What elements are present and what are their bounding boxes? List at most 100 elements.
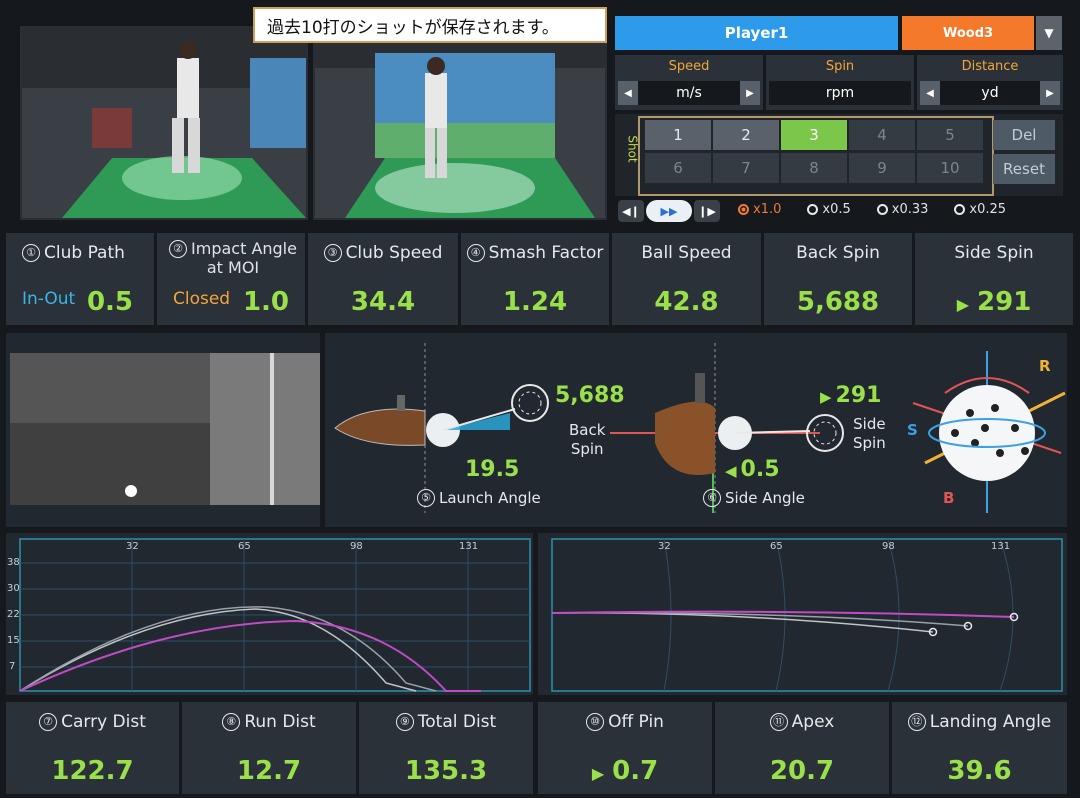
metric-value: 122.7 — [51, 756, 134, 786]
metric-title-text: Landing Angle — [929, 712, 1052, 732]
metric-title: ② Impact Angle at MOI — [161, 239, 305, 277]
unit-distance-next-button[interactable]: ▶ — [1040, 81, 1060, 105]
metric-number: ① — [22, 244, 40, 262]
launch-angle-label-text: Launch Angle — [439, 489, 541, 507]
metric-title: Ball Speed — [641, 243, 732, 263]
metric-title-text: Club Speed — [345, 243, 443, 263]
club-selector[interactable]: Wood3 — [902, 16, 1034, 50]
radio-selected-icon — [738, 204, 749, 215]
unit-distance-label: Distance — [961, 59, 1019, 74]
metric-number: ② — [169, 240, 188, 258]
club-dropdown-button[interactable]: ▼ — [1036, 16, 1062, 50]
unit-distance-prev-button[interactable]: ◀ — [920, 81, 940, 105]
metric-number: ④ — [466, 244, 485, 262]
metric-value: 42.8 — [654, 287, 719, 317]
backspin-label-2: Spin — [570, 440, 604, 458]
trajectory-top-chart — [551, 538, 1063, 692]
x-tick: 131 — [991, 541, 1011, 552]
unit-distance-value: yd — [981, 85, 999, 101]
launch-angle-value: 19.5 — [465, 457, 520, 482]
metric-title: Back Spin — [796, 243, 880, 263]
unit-spin-value[interactable]: rpm — [769, 85, 911, 101]
camera-view-front — [20, 26, 308, 220]
unit-speed-prev-button[interactable]: ◀ — [618, 81, 638, 105]
axis-b-label: B — [943, 489, 955, 507]
metric-sub-label: Closed — [173, 289, 231, 309]
speed-option-4[interactable]: x0.25 — [954, 202, 1006, 217]
unit-speed-next-button[interactable]: ▶ — [740, 81, 760, 105]
metric-ball-speed: Ball Speed 42.8 — [612, 233, 761, 325]
reset-button[interactable]: Reset — [993, 154, 1055, 184]
metric-value: 1.24 — [502, 287, 568, 317]
delete-button[interactable]: Del — [993, 120, 1055, 150]
metric-title-text: Run Dist — [244, 712, 316, 732]
impact-camera-image — [10, 353, 320, 505]
y-tick: 30 — [7, 583, 20, 594]
metric-number: ⑤ — [417, 489, 435, 507]
metric-value: 34.4 — [350, 287, 416, 317]
backspin-label: Back Spin — [569, 421, 605, 459]
metric-title-text: Club Path — [44, 243, 125, 263]
unit-speed-label: Speed — [668, 59, 710, 74]
backspin-label-1: Back — [569, 421, 606, 439]
speed-option-label: x0.33 — [891, 202, 929, 217]
impact-camera-panel — [6, 333, 320, 527]
radio-icon — [876, 204, 888, 215]
trajectory-side-view: 32 65 98 131 38 30 22 15 7 — [6, 533, 533, 695]
metric-title: ⑨ Total Dist — [359, 712, 533, 732]
metric-run-dist: ⑧ Run Dist 12.7 — [182, 702, 356, 794]
step-forward-icon[interactable]: ❙▶ — [694, 200, 720, 222]
metric-value-wrap: ▶ 0.7 — [538, 756, 712, 786]
metric-value: 20.7 — [769, 756, 835, 786]
chevron-down-icon: ▼ — [1044, 26, 1054, 40]
tooltip: 過去10打のショットが保存されます。 — [253, 7, 607, 43]
speed-option-1[interactable]: x1.0 — [738, 202, 781, 217]
metric-total-dist: ⑨ Total Dist 135.3 — [359, 702, 533, 794]
metric-title: ⑪ Apex — [715, 712, 889, 732]
metric-title: Side Spin — [954, 243, 1034, 263]
y-tick: 38 — [7, 557, 20, 568]
direction-arrow-icon: ▶ — [956, 295, 970, 314]
metric-back-spin: Back Spin 5,688 — [764, 233, 912, 325]
axis-r-label: R — [1039, 357, 1051, 375]
metric-number: ⑪ — [769, 713, 788, 731]
trajectory-side-chart — [19, 538, 531, 692]
metric-number: ⑩ — [586, 713, 605, 731]
speed-option-2[interactable]: x0.5 — [807, 202, 851, 217]
unit-speed: Speed ◀ m/s ▶ — [615, 55, 763, 110]
metric-title: ① Club Path — [22, 243, 154, 263]
speed-option-label: x1.0 — [753, 202, 782, 217]
metric-impact-angle: ② Impact Angle at MOI Closed 1.0 — [157, 233, 305, 325]
x-tick: 98 — [350, 541, 363, 552]
metric-landing-angle: ⑫ Landing Angle 39.6 — [892, 702, 1067, 794]
metric-title-text-2: at MOI — [206, 258, 260, 277]
camera-view-rear — [313, 26, 607, 220]
play-icon[interactable]: ▶▶ — [646, 200, 692, 222]
metric-smash-factor: ④ Smash Factor 1.24 — [461, 233, 609, 325]
trajectory-top-view: 32 65 98 131 — [538, 533, 1067, 695]
metric-title-text: Apex — [791, 712, 835, 732]
metric-value: 135.3 — [404, 756, 488, 786]
metric-number: ⑫ — [907, 713, 926, 731]
shot-history-panel: Shot 1 2 3 4 5 6 7 8 9 10 Del Reset — [615, 114, 1063, 196]
metric-apex: ⑪ Apex 20.7 — [715, 702, 889, 794]
camera-rear-image — [315, 28, 605, 218]
metric-value: 0.5 — [86, 287, 134, 317]
side-angle-value-wrap: ◀ 0.5 — [725, 457, 780, 482]
metric-number: ⑨ — [395, 713, 414, 731]
launch-angle-label: ⑤ Launch Angle — [417, 489, 541, 507]
unit-speed-value: m/s — [676, 85, 702, 101]
speed-option-3[interactable]: x0.33 — [876, 202, 929, 217]
metric-title-text: Impact Angle — [191, 239, 297, 258]
step-back-icon[interactable]: ◀❙ — [618, 200, 644, 222]
side-angle-label-text: Side Angle — [725, 489, 805, 507]
player-selector[interactable]: Player1 — [615, 16, 898, 50]
sidespin-label: Side Spin — [853, 415, 886, 453]
playback-controls: ◀❙ ▶▶ ❙▶ — [618, 200, 720, 224]
x-tick: 98 — [882, 541, 895, 552]
x-tick: 32 — [658, 541, 671, 552]
metric-value: 5,688 — [796, 287, 880, 317]
metric-title-text: Smash Factor — [488, 243, 604, 263]
metric-title: ③ Club Speed — [308, 243, 458, 263]
side-angle-label: ⑥ Side Angle — [703, 489, 805, 507]
